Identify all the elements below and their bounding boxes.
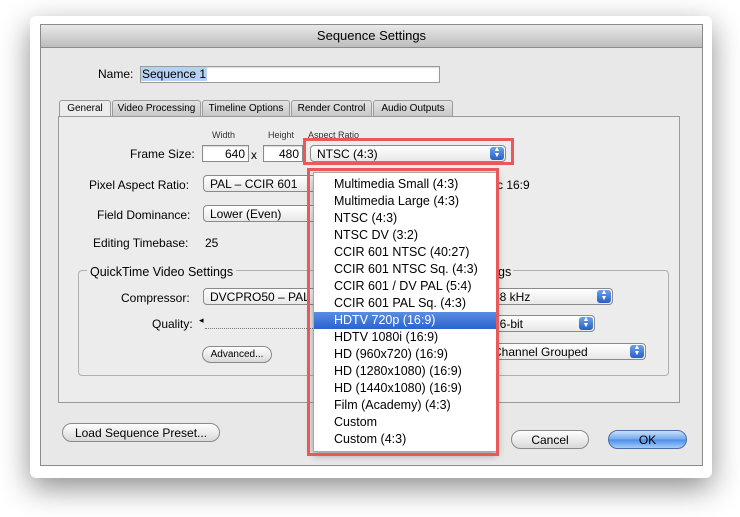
width-header: Width	[212, 130, 236, 140]
advanced-button[interactable]: Advanced...	[202, 346, 272, 363]
slider-arrow-icon: ◂	[199, 315, 204, 325]
height-field[interactable]: 480	[263, 145, 303, 162]
field-dominance-value: Lower (Even)	[210, 207, 282, 221]
tab-video-processing[interactable]: Video Processing	[112, 100, 201, 116]
name-value: Sequence 1	[141, 67, 208, 81]
height-header: Height	[268, 130, 295, 140]
tab-timeline-options[interactable]: Timeline Options	[202, 100, 290, 116]
quicktime-group-label: QuickTime Video Settings	[87, 265, 237, 279]
width-field[interactable]: 640	[202, 145, 249, 162]
depth-popup[interactable]: 16-bit ▲ ▼	[486, 315, 595, 332]
quality-label: Quality:	[152, 317, 193, 331]
pixel-aspect-suffix: c 16:9	[497, 178, 530, 192]
menu-highlight-box	[307, 168, 499, 456]
tab-general[interactable]: General	[59, 100, 111, 117]
tab-audio-outputs[interactable]: Audio Outputs	[373, 100, 453, 116]
size-separator: x	[251, 148, 257, 162]
load-sequence-preset-button[interactable]: Load Sequence Preset...	[62, 423, 220, 442]
compressor-label: Compressor:	[121, 291, 190, 305]
compressor-popup[interactable]: DVCPRO50 – PAL	[203, 288, 323, 305]
config-value: Channel Grouped	[493, 345, 588, 359]
popup-arrows-icon: ▲ ▼	[579, 316, 593, 330]
field-dominance-popup[interactable]: Lower (Even)	[203, 205, 323, 222]
editing-timebase-label: Editing Timebase:	[93, 236, 189, 250]
name-label: Name:	[98, 67, 134, 81]
aspect-ratio-highlight-box	[303, 138, 514, 165]
window-title[interactable]: Sequence Settings	[41, 25, 702, 48]
pixel-aspect-label: Pixel Aspect Ratio:	[89, 178, 190, 192]
editing-timebase-value: 25	[205, 236, 219, 250]
cancel-button[interactable]: Cancel	[511, 430, 589, 449]
popup-arrows-icon: ▲ ▼	[630, 344, 644, 358]
ok-button[interactable]: OK	[608, 430, 687, 449]
quality-slider[interactable]	[205, 322, 315, 329]
compressor-value: DVCPRO50 – PAL	[210, 290, 310, 304]
pixel-aspect-popup[interactable]: PAL – CCIR 601	[203, 175, 323, 192]
config-popup[interactable]: Channel Grouped ▲ ▼	[486, 343, 646, 360]
rate-popup[interactable]: 48 kHz ▲ ▼	[486, 288, 613, 305]
name-field[interactable]: Sequence 1	[140, 66, 440, 83]
popup-arrows-icon: ▲ ▼	[597, 289, 611, 303]
tab-render-control[interactable]: Render Control	[291, 100, 372, 116]
pixel-aspect-value: PAL – CCIR 601	[210, 177, 298, 191]
frame-size-label: Frame Size:	[130, 147, 195, 161]
field-dominance-label: Field Dominance:	[97, 208, 191, 222]
